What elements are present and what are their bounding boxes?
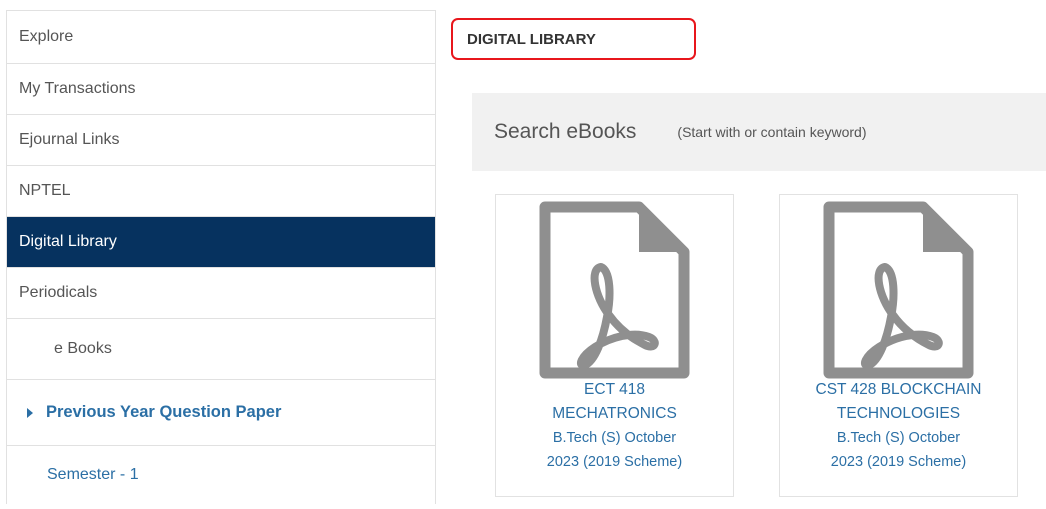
sidebar-item-nptel[interactable]: NPTEL: [7, 166, 435, 217]
ebook-card[interactable]: ECT 418 MECHATRONICS B.Tech (S) October …: [495, 194, 734, 497]
sidebar-item-label: Periodicals: [19, 284, 98, 301]
sidebar-item-periodicals[interactable]: Periodicals: [7, 268, 435, 319]
sidebar-item-label: Digital Library: [19, 233, 117, 250]
caret-right-icon: [27, 407, 33, 418]
ebook-subtitle-line: B.Tech (S) October: [552, 430, 677, 446]
ebook-title-line: TECHNOLOGIES: [836, 405, 961, 422]
sidebar-item-ejournal-links[interactable]: Ejournal Links: [7, 115, 435, 166]
sidebar-item-label: Explore: [19, 28, 74, 45]
pdf-file-icon: [539, 201, 690, 379]
sidebar-item-e-books[interactable]: e Books: [7, 319, 435, 380]
sidebar-item-label: Previous Year Question Paper: [46, 403, 282, 421]
sidebar-item-label: Ejournal Links: [19, 131, 120, 148]
pdf-file-icon: [823, 201, 974, 379]
sidebar-item-label: My Transactions: [19, 80, 136, 97]
search-label: Search eBooks: [494, 120, 637, 143]
ebook-title-line: MECHATRONICS: [552, 405, 677, 422]
sidebar-item-explore[interactable]: Explore: [7, 11, 435, 64]
ebook-title-line: CST 428 BLOCKCHAIN: [815, 381, 982, 398]
ebook-title[interactable]: CST 428 BLOCKCHAIN TECHNOLOGIES B.Tech (…: [780, 378, 1017, 474]
page-title: DIGITAL LIBRARY: [451, 18, 696, 60]
ebook-title[interactable]: ECT 418 MECHATRONICS B.Tech (S) October …: [496, 378, 733, 474]
search-ebooks-bar[interactable]: Search eBooks (Start with or contain key…: [472, 93, 1046, 171]
ebook-subtitle-line: 2023 (2019 Scheme): [830, 454, 967, 470]
sidebar-item-semester-1[interactable]: Semester - 1: [7, 446, 435, 504]
sidebar-item-digital-library[interactable]: Digital Library: [7, 217, 435, 268]
sidebar-item-my-transactions[interactable]: My Transactions: [7, 64, 435, 115]
search-hint: (Start with or contain keyword): [677, 124, 867, 140]
sidebar-item-previous-year-question-paper[interactable]: Previous Year Question Paper: [7, 380, 435, 446]
sidebar-item-label: e Books: [54, 340, 112, 357]
main-content: DIGITAL LIBRARY Search eBooks (Start wit…: [440, 0, 1046, 509]
ebook-subtitle-line: B.Tech (S) October: [836, 430, 961, 446]
ebook-subtitle-line: 2023 (2019 Scheme): [546, 454, 683, 470]
sidebar: Explore My Transactions Ejournal Links N…: [6, 10, 436, 504]
sidebar-item-label: Semester - 1: [47, 466, 139, 483]
ebook-card[interactable]: CST 428 BLOCKCHAIN TECHNOLOGIES B.Tech (…: [779, 194, 1018, 497]
sidebar-item-label: NPTEL: [19, 182, 71, 199]
ebook-title-line: ECT 418: [584, 381, 645, 398]
